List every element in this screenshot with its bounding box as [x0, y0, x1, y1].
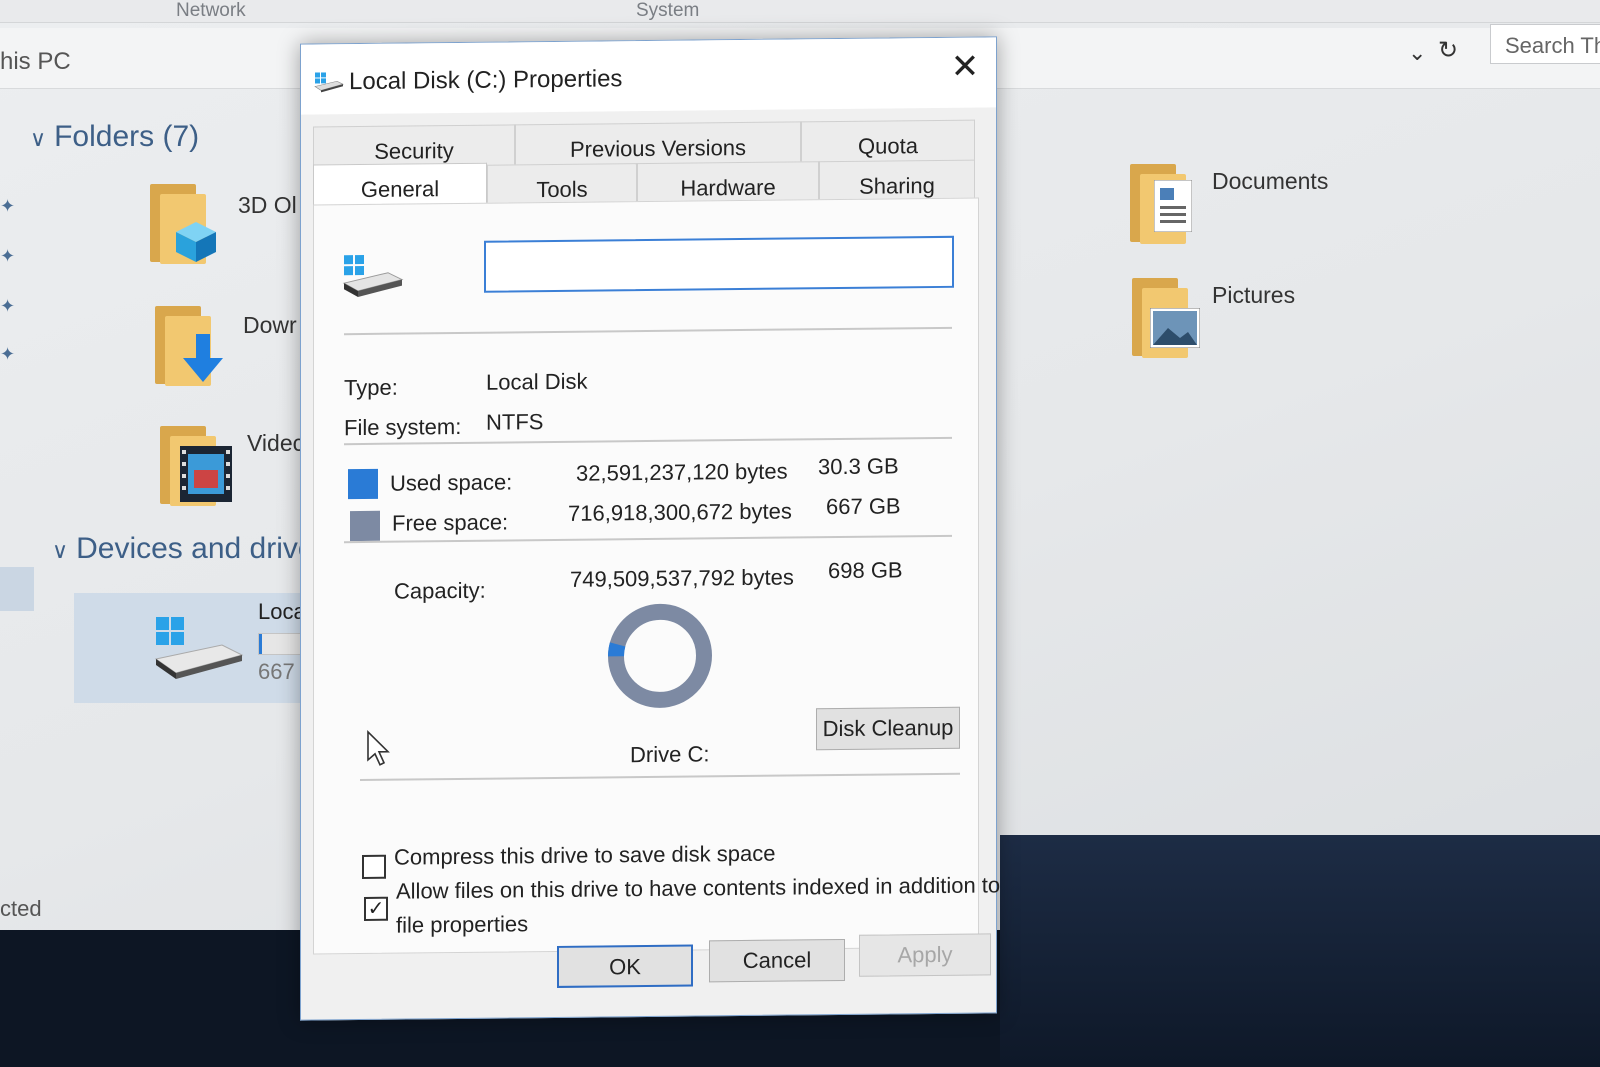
general-tab-panel: Type: Local Disk File system: NTFS Used … [313, 197, 1000, 955]
capacity-gb: 698 GB [828, 557, 903, 584]
disk-cleanup-button[interactable]: Disk Cleanup [816, 706, 960, 751]
tab-hardware[interactable]: Hardware [637, 161, 819, 204]
free-space-ring [608, 603, 712, 708]
file-system-value: NTFS [486, 409, 544, 435]
divider [360, 772, 960, 782]
pin-icon: ✦ [0, 246, 16, 266]
file-system-label: File system: [344, 413, 462, 441]
folders-header-label: Folders (7) [54, 120, 200, 153]
free-space-swatch [350, 510, 380, 542]
drive-icon [314, 72, 344, 93]
folders-section-header[interactable]: ∨ Folders (7) [30, 120, 199, 154]
drive-caption: Drive C: [630, 741, 710, 768]
folder-label[interactable]: Dowr [243, 312, 297, 339]
chevron-down-icon[interactable]: ⌄ [1408, 40, 1426, 66]
free-space-label: Free space: [392, 509, 509, 536]
downloads-folder-icon[interactable] [155, 306, 223, 386]
close-button[interactable]: ✕ [934, 37, 996, 96]
free-space-bytes: 716,918,300,672 bytes [568, 498, 792, 526]
capacity-bytes: 749,509,537,792 bytes [570, 564, 794, 592]
type-value: Local Disk [486, 368, 588, 395]
free-space-gb: 667 GB [826, 493, 901, 520]
pin-icon: ✦ [0, 196, 16, 216]
drive-tile-local[interactable]: Local 667 G [74, 593, 330, 703]
tab-quota[interactable]: Quota [801, 119, 975, 162]
folder-label[interactable]: Videc [247, 430, 304, 457]
used-space-label: Used space: [390, 469, 513, 496]
pictures-folder-icon[interactable] [1132, 278, 1200, 358]
index-checkbox[interactable]: ✓ [364, 896, 388, 921]
compress-label[interactable]: Compress this drive to save disk space [394, 841, 776, 871]
folder-label[interactable]: 3D Ol [238, 192, 297, 219]
divider [344, 326, 952, 336]
used-space-swatch [348, 468, 378, 500]
drive-icon [154, 617, 244, 679]
volume-label-input[interactable] [484, 235, 954, 293]
ribbon-tab-network[interactable]: Network [176, 0, 246, 22]
tab-previous-versions[interactable]: Previous Versions [515, 121, 801, 165]
dialog-title: Local Disk (C:) Properties [349, 65, 623, 96]
usage-donut-chart [608, 603, 712, 708]
close-icon: ✕ [950, 47, 980, 86]
type-label: Type: [344, 374, 398, 401]
status-bar-text: cted [0, 896, 42, 921]
folder-label[interactable]: Pictures [1212, 282, 1295, 309]
ok-button[interactable]: OK [557, 944, 693, 988]
refresh-icon[interactable]: ↻ [1438, 36, 1458, 65]
folder-label[interactable]: Documents [1212, 168, 1328, 195]
breadcrumb[interactable]: his PC [0, 48, 71, 76]
used-space-gb: 30.3 GB [818, 453, 899, 480]
cancel-button[interactable]: Cancel [709, 938, 845, 983]
dialog-titlebar[interactable]: Local Disk (C:) Properties ✕ [301, 37, 996, 115]
ribbon: Network System [0, 0, 1600, 23]
chevron-down-icon: ∨ [52, 538, 69, 563]
videos-folder-icon[interactable] [160, 426, 232, 506]
tab-general[interactable]: General [313, 162, 487, 209]
devices-section-header[interactable]: ∨ Devices and drive [52, 532, 315, 566]
documents-folder-icon[interactable] [1130, 164, 1196, 244]
ribbon-tab-system[interactable]: System [636, 0, 699, 22]
pin-icon: ✦ [0, 296, 16, 316]
used-space-bytes: 32,591,237,120 bytes [576, 458, 788, 486]
tab-sharing[interactable]: Sharing [819, 159, 975, 202]
devices-header-label: Devices and drive [76, 532, 315, 565]
desktop-background [1000, 835, 1600, 1067]
capacity-label: Capacity: [394, 577, 486, 604]
index-label-line2[interactable]: file properties [396, 911, 528, 938]
apply-button[interactable]: Apply [859, 933, 991, 977]
properties-dialog: Local Disk (C:) Properties ✕ Security Pr… [300, 36, 1000, 1021]
mouse-cursor-icon [367, 730, 390, 766]
nav-selection [0, 567, 34, 611]
drive-icon [342, 254, 404, 298]
compress-checkbox[interactable] [362, 854, 386, 880]
tab-tools[interactable]: Tools [487, 163, 637, 205]
tab-security[interactable]: Security [313, 124, 515, 167]
3d-objects-folder-icon[interactable] [150, 184, 216, 264]
pin-icon: ✦ [0, 344, 16, 364]
index-label[interactable]: Allow files on this drive to have conten… [396, 872, 1000, 904]
chevron-down-icon: ∨ [30, 126, 47, 151]
search-input[interactable]: Search Th [1490, 24, 1600, 64]
